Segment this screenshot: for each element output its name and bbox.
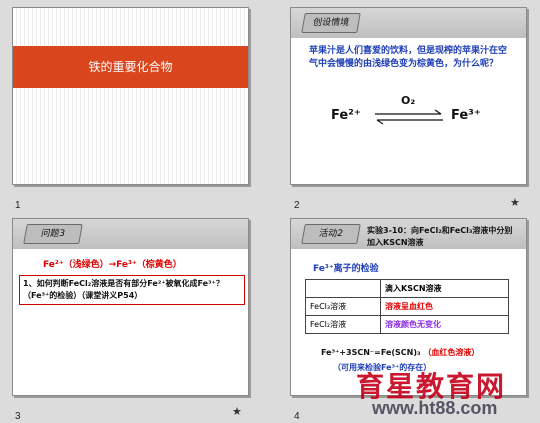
table-cell: FeCl₂溶液 bbox=[305, 315, 381, 334]
slide-number-4: 4 bbox=[294, 411, 300, 422]
watermark-url: www.ht88.com bbox=[372, 398, 498, 418]
slide-4-result-table: 滴入KSCN溶液 FeCl₃溶液 溶液呈血红色 FeCl₂溶液 溶液颜色无变化 bbox=[305, 279, 509, 334]
table-cell bbox=[305, 279, 381, 298]
slide-4-equation: Fe³⁺+3SCN⁻=Fe(SCN)₃ bbox=[321, 348, 421, 357]
slide-thumbnail-3[interactable]: 问题3 Fe²⁺（浅绿色）→Fe³⁺（棕黄色） 1、如何判断FeCl₂溶液是否有… bbox=[12, 218, 249, 396]
table-row: 滴入KSCN溶液 bbox=[305, 279, 509, 298]
slide-4-equation-note: （血红色溶液） bbox=[423, 348, 480, 357]
reversible-arrow-icon bbox=[375, 109, 443, 125]
table-row: FeCl₃溶液 溶液呈血红色 bbox=[305, 297, 509, 316]
slide-4-experiment: 实验3-10：向FeCl₂和FeCl₃溶液中分别加入KSCN溶液 bbox=[367, 226, 513, 247]
slide-3-question-box: 1、如何判断FeCl₂溶液是否有部分Fe²⁺被氧化成Fe³⁺？（Fe³⁺的检验）… bbox=[19, 275, 245, 305]
slide-2-reactant: Fe²⁺ bbox=[331, 108, 361, 123]
slide-2-product: Fe³⁺ bbox=[451, 108, 481, 123]
table-cell: 溶液呈血红色 bbox=[380, 297, 509, 316]
table-cell: 溶液颜色无变化 bbox=[380, 315, 509, 334]
slide-2-tag: 创设情境 bbox=[301, 13, 361, 33]
animation-star-icon[interactable]: ★ bbox=[510, 196, 520, 209]
table-header-cell: 滴入KSCN溶液 bbox=[380, 279, 509, 298]
slide-3-transform: Fe²⁺（浅绿色）→Fe³⁺（棕黄色） bbox=[43, 260, 182, 270]
slide-2-text: 苹果汁是人们喜爱的饮料，但是现榨的苹果汁在空气中会慢慢的由浅绿色变为棕黄色，为什… bbox=[309, 46, 508, 69]
slide-number-3: 3 bbox=[15, 411, 21, 422]
slide-4-tag: 活动2 bbox=[301, 224, 361, 244]
slide-3-tag: 问题3 bbox=[23, 224, 83, 244]
slide-thumbnail-2[interactable]: 创设情境 苹果汁是人们喜爱的饮料，但是现榨的苹果汁在空气中会慢慢的由浅绿色变为棕… bbox=[290, 7, 527, 185]
slide-4-equation-line: Fe³⁺+3SCN⁻=Fe(SCN)₃ （血红色溶液） bbox=[321, 347, 479, 358]
slide-thumbnail-1[interactable]: 铁的重要化合物 bbox=[12, 7, 249, 185]
table-row: FeCl₂溶液 溶液颜色无变化 bbox=[305, 315, 509, 334]
table-cell: FeCl₃溶液 bbox=[305, 297, 381, 316]
slide-number-2: 2 bbox=[294, 200, 300, 211]
slide-number-1: 1 bbox=[15, 200, 21, 211]
slide-1-title: 铁的重要化合物 bbox=[88, 60, 173, 74]
slide-4-subheading: Fe³⁺离子的检验 bbox=[313, 264, 379, 274]
slide-1-background bbox=[13, 8, 248, 184]
slide-2-arrow-label: O₂ bbox=[401, 94, 416, 107]
animation-star-icon[interactable]: ★ bbox=[232, 405, 242, 418]
